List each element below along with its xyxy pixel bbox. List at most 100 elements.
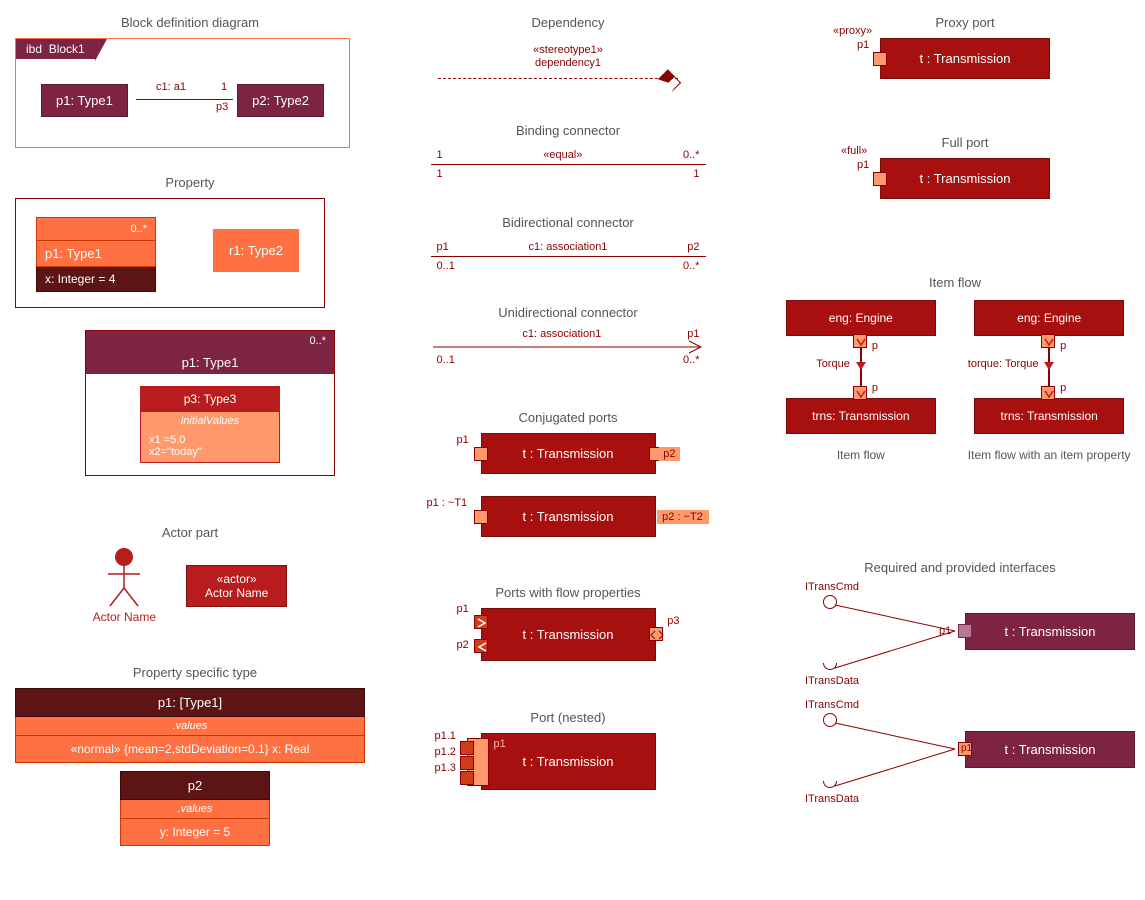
actor-title: Actor part (25, 525, 355, 540)
pst-title: Property specific type (15, 665, 375, 680)
flow-port-bot-1 (853, 386, 867, 400)
arrow-inout-icon (650, 628, 664, 642)
flow-torque-2: torque: Torque (963, 358, 1043, 370)
portnested-label-p1: p1 (494, 738, 506, 750)
conj1-port-p1 (474, 447, 488, 461)
portnested-p12 (460, 756, 474, 770)
bdd-mult-1: 1 (221, 81, 227, 93)
conj-title: Conjugated ports (423, 410, 713, 425)
conj2-label-p1: p1 : ~T1 (427, 497, 468, 509)
conj2-label-p2: p2 : ~T2 (657, 510, 709, 524)
portnested-p13 (460, 771, 474, 785)
bdd-tab-prefix: ibd (26, 42, 42, 56)
bind-r2c1: 1 (437, 168, 443, 180)
itemflow-trns-1: trns: Transmission (786, 398, 936, 434)
nested-val-1: x1 =5.0 (149, 434, 271, 446)
arrow-down-icon (1042, 335, 1056, 349)
flowprop-label-p3: p3 (667, 615, 679, 627)
flow-port-top-2 (1041, 334, 1055, 348)
itemflow-left: eng: Engine p Torque p trns: Transmissio… (776, 300, 946, 462)
flow-port-bot-2 (1041, 386, 1055, 400)
actor-head-icon (115, 548, 133, 566)
itemflow-sub-2: Item flow with an item property (964, 448, 1134, 462)
itemflow-title: Item flow (765, 275, 1145, 290)
itemflow-conn-2: p torque: Torque p (1048, 336, 1050, 398)
flowprop-port-p1 (474, 615, 488, 629)
pst-p1: p1: [Type1] .values «normal» {mean=2,std… (15, 688, 365, 763)
portnested-title: Port (nested) (423, 710, 713, 725)
bidir-table: p1 c1: association1 p2 0..1 0..* (431, 238, 706, 275)
pst-p2-head: p2 (120, 771, 270, 800)
bdd-tab: ibd Block1 (16, 39, 95, 59)
itemflow-sub-1: Item flow (776, 448, 946, 462)
full-port-p1 (873, 172, 887, 186)
bind-r2c2: 1 (693, 168, 699, 180)
bdd-connector (136, 99, 233, 100)
flowprop-text: t : Transmission (522, 627, 613, 642)
prop-mult: 0..* (36, 217, 156, 241)
nested-val-2: x2="today" (149, 446, 271, 458)
iface-data-2: ITransData (805, 793, 859, 805)
iface-block-2: t : Transmission p1 (965, 731, 1135, 768)
conj2-text: t : Transmission (522, 509, 613, 524)
nested-mult: 0..* (86, 331, 334, 351)
flowprop-label-p1: p1 (457, 603, 469, 615)
bidir-r2c1: 0..1 (437, 260, 455, 272)
portnested-label-p12: p1.2 (435, 746, 456, 758)
iface-provided-1 (823, 595, 837, 609)
full-text: t : Transmission (919, 171, 1010, 186)
nested-inner-title: p3: Type3 (141, 387, 279, 411)
dep-arrow (438, 78, 678, 79)
conj-block-2: t : Transmission p1 : ~T1 p2 : ~T2 (481, 496, 656, 537)
actor-figure-label: Actor Name (93, 610, 156, 624)
flow-p-bot-2: p (1060, 382, 1066, 394)
actor-stereotype: «actor» (205, 572, 268, 586)
flowprop-title: Ports with flow properties (423, 585, 713, 600)
nested-property: 0..* p1: Type1 p3: Type3 initialValues x… (85, 330, 335, 476)
bind-r1c2: 0..* (683, 149, 700, 161)
binding-title: Binding connector (423, 123, 713, 138)
iface-provided-2 (823, 713, 837, 727)
conj1-label-p2: p2 (659, 447, 679, 461)
iface-data-1: ITransData (805, 675, 859, 687)
iface-block-1: t : Transmission p1 (965, 613, 1135, 650)
unidir-arrow (431, 340, 706, 354)
unidir-title: Unidirectional connector (423, 305, 713, 320)
pst-p1-head: p1: [Type1] (15, 688, 365, 717)
itemflow-eng-2: eng: Engine (974, 300, 1124, 336)
itemflow-conn-1: p Torque p (860, 336, 862, 398)
prop-name: p1: Type1 (36, 241, 156, 267)
full-stereo: «full» (841, 145, 867, 157)
dep-name: dependency1 (438, 57, 698, 70)
itemflow-right: eng: Engine p torque: Torque p trns: Tra… (964, 300, 1134, 462)
bdd-title: Block definition diagram (15, 15, 365, 30)
property-r1: r1: Type2 (213, 229, 299, 272)
nested-name: p1: Type1 (86, 351, 334, 374)
pst-p1-body: «normal» {mean=2,stdDeviation=0.1} x: Re… (15, 736, 365, 763)
bidir-r1c2: c1: association1 (449, 241, 688, 253)
conj1-label-p1: p1 (457, 434, 469, 446)
bidir-title: Bidirectional connector (423, 215, 713, 230)
bdd-frame: ibd Block1 p1: Type1 p2: Type2 c1: a1 1 … (15, 38, 350, 148)
flow-p-top-2: p (1060, 340, 1066, 352)
unidir-p1: p1 (687, 328, 699, 340)
itemflow-eng-1: eng: Engine (786, 300, 936, 336)
bidir-r1c3: p2 (687, 241, 699, 253)
bdd-block-p1: p1: Type1 (41, 84, 128, 117)
actor-body-icon (104, 566, 144, 608)
property-title: Property (15, 175, 365, 190)
property-frame: 0..* p1: Type1 x: Integer = 4 r1: Type2 (15, 198, 325, 308)
arrow-in-icon (475, 616, 489, 630)
bdd-block-p2: p2: Type2 (237, 84, 324, 117)
iface-cmd-1: ITransCmd (805, 581, 859, 593)
pst-values-label: .values (15, 717, 365, 736)
proxy-text: t : Transmission (919, 51, 1010, 66)
bdd-tab-name: Block1 (49, 42, 85, 56)
proxy-port-p1 (873, 52, 887, 66)
unidir-r2c2: 0..* (683, 354, 700, 366)
flowprop-block: t : Transmission p1 p2 p3 (481, 608, 656, 661)
pst-p2-body: y: Integer = 5 (120, 819, 270, 846)
portnested-text: t : Transmission (522, 754, 613, 769)
unidir-r2c1: 0..1 (437, 354, 455, 366)
pst-p2: p2 .values y: Integer = 5 (120, 771, 270, 846)
